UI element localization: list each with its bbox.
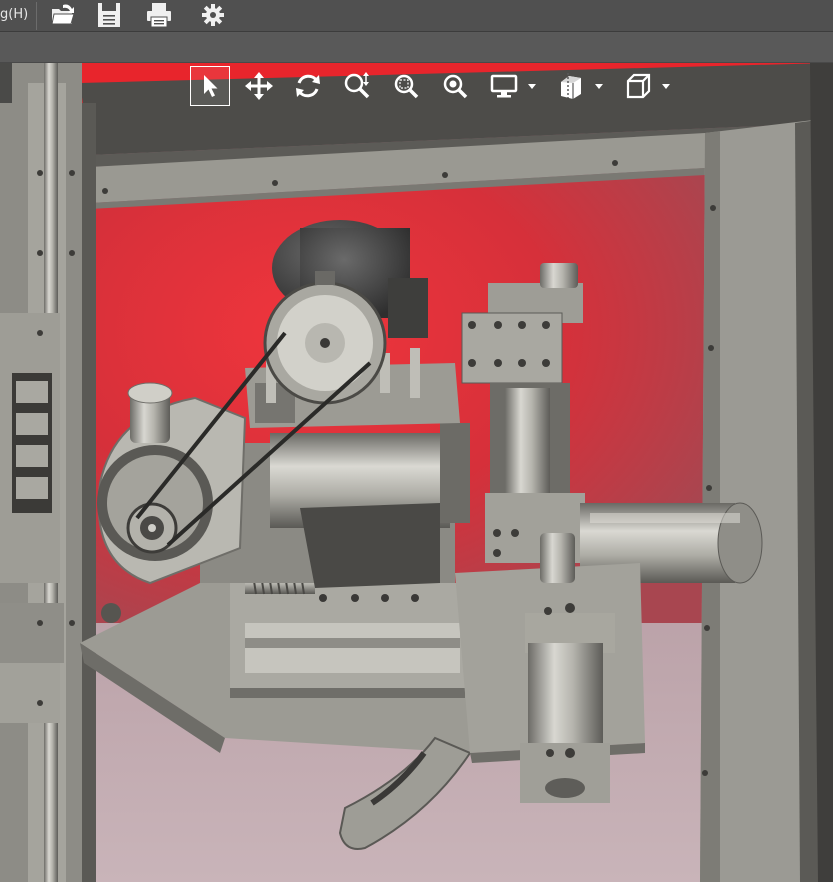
zoom-fit-icon [443, 74, 468, 99]
chevron-down-icon [662, 84, 670, 89]
menu-help[interactable]: g(H) [0, 4, 28, 26]
zoom-icon [344, 72, 370, 99]
select-icon [204, 75, 218, 97]
3d-viewport[interactable] [0, 63, 833, 882]
zoom-tool-button[interactable] [337, 66, 377, 106]
pan-icon [245, 72, 273, 100]
zoom-fit-tool-button[interactable] [435, 66, 475, 106]
view-cube-icon [626, 73, 651, 99]
machine-model [0, 63, 833, 882]
save-icon [98, 3, 120, 27]
settings-icon [202, 4, 224, 26]
standard-views-dropdown[interactable] [618, 66, 676, 106]
section-icon [561, 73, 581, 99]
main-toolbar: g(H) [0, 0, 833, 32]
display-mode-dropdown[interactable] [484, 66, 542, 106]
zoom-window-tool-button[interactable] [386, 66, 426, 106]
print-icon [147, 3, 171, 28]
print-button[interactable] [144, 0, 174, 30]
pan-tool-button[interactable] [239, 66, 279, 106]
rotate-icon [296, 74, 320, 98]
toolbar-separator [36, 2, 37, 30]
view-toolbar [190, 65, 685, 107]
select-tool-button[interactable] [190, 66, 230, 106]
open-icon [51, 4, 75, 25]
save-button[interactable] [94, 0, 124, 30]
chevron-down-icon [595, 84, 603, 89]
settings-button[interactable] [198, 0, 228, 30]
section-view-dropdown[interactable] [551, 66, 609, 106]
rotate-tool-button[interactable] [288, 66, 328, 106]
display-icon [490, 74, 518, 98]
secondary-toolbar [0, 33, 833, 63]
zoom-window-icon [394, 74, 419, 99]
open-button[interactable] [48, 0, 78, 30]
chevron-down-icon [528, 84, 536, 89]
